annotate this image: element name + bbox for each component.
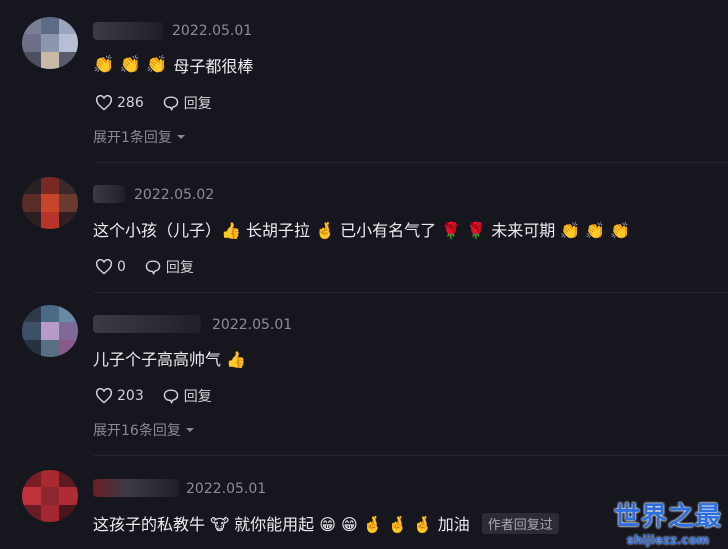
like-count: 286 bbox=[117, 95, 144, 111]
like-button[interactable]: 0 bbox=[95, 259, 126, 275]
reply-button[interactable]: 回复 bbox=[162, 386, 212, 406]
comment-text-body: 母子都很棒 bbox=[173, 57, 254, 76]
heart-icon bbox=[95, 388, 113, 404]
divider bbox=[93, 292, 728, 293]
expand-replies-label: 展开1条回复 bbox=[93, 130, 172, 146]
like-count: 203 bbox=[117, 388, 144, 404]
like-button[interactable]: 286 bbox=[95, 95, 144, 111]
comment-text: 👏 👏 👏 母子都很棒 bbox=[93, 53, 253, 77]
comment-text: 儿子个子高高帅气 👍 bbox=[93, 346, 246, 370]
username-blurred[interactable] bbox=[93, 479, 179, 497]
expand-replies[interactable]: 展开16条回复 bbox=[93, 420, 195, 440]
comment-bubble-icon bbox=[163, 96, 179, 111]
comment-text-body: 这孩子的私教牛 🐮 就你能用起 😁 😁 🤞 🤞 🤞 加油 bbox=[93, 515, 470, 534]
like-button[interactable]: 203 bbox=[95, 388, 144, 404]
comment-actions: 0 回复 bbox=[95, 257, 208, 277]
watermark-url: shijiezz.com bbox=[626, 533, 710, 547]
clap-emojis: 👏 👏 👏 bbox=[93, 55, 168, 75]
heart-icon bbox=[95, 259, 113, 275]
reply-label: 回复 bbox=[183, 389, 212, 405]
comment-date: 2022.05.01 bbox=[186, 481, 267, 497]
comment-text-body: 这个小孩（儿子）👍 长胡子拉 🤞 已小有名气了 🌹 🌹 未来可期 👏 👏 👏 bbox=[93, 221, 631, 240]
reply-label: 回复 bbox=[183, 96, 212, 112]
comment-text-body: 儿子个子高高帅气 👍 bbox=[93, 350, 247, 369]
comment-date: 2022.05.02 bbox=[134, 187, 215, 203]
comment-actions: 286 回复 bbox=[95, 93, 226, 113]
caret-down-icon bbox=[185, 428, 194, 432]
username-blurred[interactable] bbox=[93, 22, 163, 40]
username-blurred[interactable] bbox=[93, 315, 201, 333]
author-replied-badge: 作者回复过 bbox=[481, 512, 559, 534]
avatar[interactable] bbox=[22, 17, 78, 69]
reply-button[interactable]: 回复 bbox=[144, 257, 194, 277]
reply-button[interactable]: 回复 bbox=[162, 93, 212, 113]
comment-date: 2022.05.01 bbox=[172, 23, 253, 39]
comment-bubble-icon bbox=[145, 260, 161, 275]
comment-actions: 203 回复 bbox=[95, 386, 226, 406]
avatar[interactable] bbox=[22, 305, 78, 357]
comment-bubble-icon bbox=[163, 389, 179, 404]
reply-label: 回复 bbox=[165, 260, 194, 276]
expand-replies-label: 展开16条回复 bbox=[93, 423, 181, 439]
heart-icon bbox=[95, 95, 113, 111]
comment-date: 2022.05.01 bbox=[212, 317, 293, 333]
comment-text: 这孩子的私教牛 🐮 就你能用起 😁 😁 🤞 🤞 🤞 加油 作者回复过 bbox=[93, 511, 559, 535]
username-blurred[interactable] bbox=[93, 185, 125, 203]
avatar[interactable] bbox=[22, 177, 78, 229]
avatar[interactable] bbox=[22, 470, 78, 522]
expand-replies[interactable]: 展开1条回复 bbox=[93, 127, 186, 147]
caret-down-icon bbox=[176, 135, 185, 139]
comment-text: 这个小孩（儿子）👍 长胡子拉 🤞 已小有名气了 🌹 🌹 未来可期 👏 👏 👏 bbox=[93, 217, 630, 241]
divider bbox=[93, 455, 728, 456]
watermark-title: 世界之最 bbox=[613, 502, 722, 532]
site-watermark: 世界之最 shijiezz.com bbox=[614, 496, 722, 547]
divider bbox=[93, 162, 728, 163]
like-count: 0 bbox=[117, 259, 126, 275]
